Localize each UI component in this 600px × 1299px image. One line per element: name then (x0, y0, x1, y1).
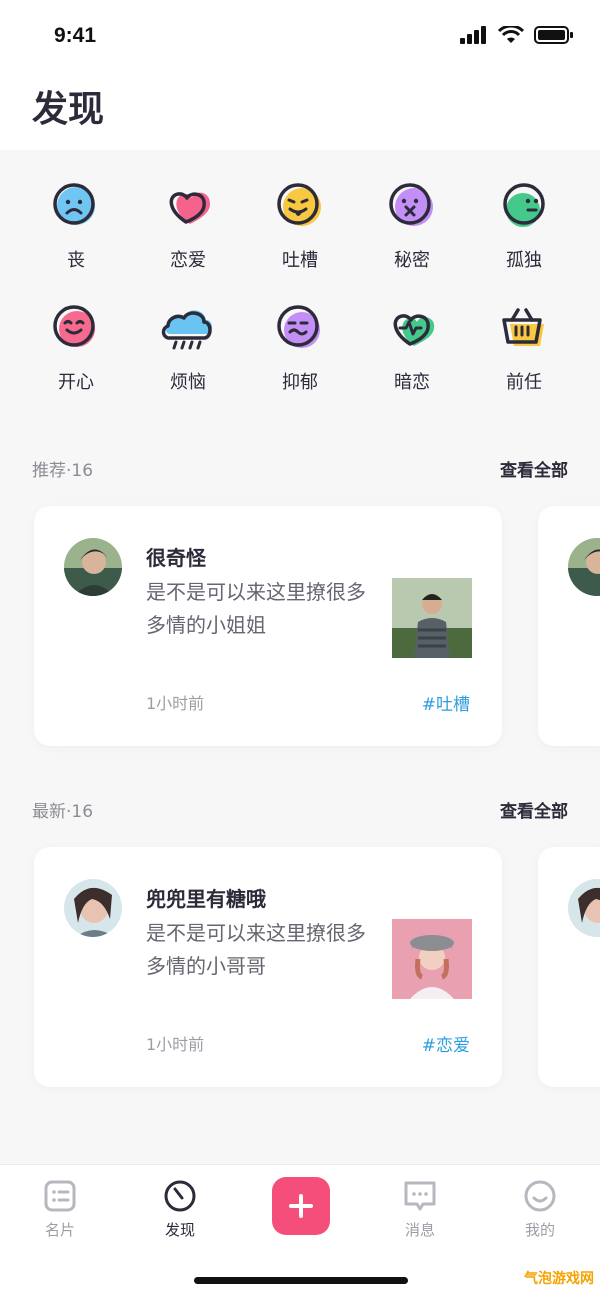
tab-messages[interactable]: 消息 (380, 1179, 460, 1240)
section-title: 最新·16 (32, 801, 94, 822)
rain-cloud-icon (161, 310, 212, 350)
heart-icon (169, 192, 210, 224)
mood-lonely[interactable]: 孤独 (468, 178, 580, 272)
tab-label: 名片 (44, 1221, 75, 1239)
status-time: 9:41 (54, 24, 97, 47)
lonely-face-icon (503, 183, 545, 227)
tab-label: 发现 (164, 1221, 195, 1239)
view-all-button[interactable]: 查看全部 (500, 797, 568, 822)
card-timestamp: 1小时前 (146, 694, 205, 713)
mood-label: 吐槽 (282, 250, 318, 271)
mood-label: 烦恼 (170, 372, 206, 393)
avatar (568, 538, 600, 596)
mood-depressed[interactable]: 抑郁 (244, 300, 356, 394)
view-all-button[interactable]: 查看全部 (500, 456, 568, 481)
status-icons (460, 26, 574, 44)
tab-label: 我的 (524, 1221, 555, 1239)
mood-label: 抑郁 (282, 372, 318, 393)
post-card[interactable]: 兜兜里有糖哦 是不是可以来这里撩很多多情的小哥哥 1小时前 #恋爱 (34, 847, 502, 1087)
sad-face-icon (53, 183, 95, 225)
signal-icon (460, 26, 486, 44)
profile-icon (524, 1180, 556, 1212)
card-icon (44, 1180, 76, 1212)
mood-sad[interactable]: 丧 (20, 178, 132, 272)
depressed-face-icon (277, 305, 320, 348)
post-card[interactable]: 很奇怪 是不是可以来这里撩很多多情的小姐姐 1小时前 #吐槽 (34, 506, 502, 746)
plus-icon (289, 1194, 313, 1218)
avatar (568, 879, 600, 937)
mood-worry[interactable]: 烦恼 (132, 300, 244, 394)
secret-face-icon (389, 183, 433, 226)
avatar (64, 879, 122, 937)
compass-icon (164, 1180, 196, 1212)
section-title: 推荐·16 (32, 460, 94, 481)
mood-happy[interactable]: 开心 (20, 300, 132, 394)
mood-label: 丧 (67, 250, 85, 271)
crush-heart-icon (393, 314, 435, 346)
tab-label: 消息 (404, 1221, 435, 1239)
post-card-next[interactable] (538, 506, 600, 746)
wifi-icon (498, 26, 524, 43)
latest-section-header: 最新·16 查看全部 (32, 794, 568, 824)
mood-crush[interactable]: 暗恋 (356, 300, 468, 394)
create-post-button[interactable] (272, 1177, 330, 1235)
mood-label: 孤独 (506, 250, 542, 271)
card-thumbnail[interactable] (392, 919, 472, 999)
post-card-next[interactable] (538, 847, 600, 1087)
mood-label: 暗恋 (394, 372, 430, 393)
card-timestamp: 1小时前 (146, 1035, 205, 1054)
tab-card[interactable]: 名片 (20, 1179, 100, 1240)
tongue-face-icon (277, 183, 321, 226)
watermark: 气泡游戏网 (524, 1271, 594, 1287)
card-author-name: 兜兜里有糖哦 (146, 887, 266, 911)
mood-secret[interactable]: 秘密 (356, 178, 468, 272)
card-tag[interactable]: #吐槽 (422, 690, 470, 715)
mood-label: 开心 (58, 372, 94, 393)
page-title: 发现 (32, 89, 105, 130)
card-text: 是不是可以来这里撩很多多情的小姐姐 (146, 580, 366, 637)
message-icon (404, 1181, 436, 1211)
card-tag[interactable]: #恋爱 (422, 1031, 470, 1056)
tab-me[interactable]: 我的 (500, 1179, 580, 1240)
mood-grid: 丧 恋爱 吐槽 秘密 孤独 开心 烦恼 抑郁 暗恋 前任 (20, 178, 580, 394)
mood-love[interactable]: 恋爱 (132, 178, 244, 272)
tab-discover[interactable]: 发现 (140, 1179, 220, 1240)
home-indicator (194, 1277, 408, 1284)
basket-icon (502, 308, 544, 346)
mood-rant[interactable]: 吐槽 (244, 178, 356, 272)
card-text: 是不是可以来这里撩很多多情的小哥哥 (146, 921, 366, 978)
card-author-name: 很奇怪 (146, 546, 206, 570)
recommend-section-header: 推荐·16 查看全部 (32, 453, 568, 483)
page-header: 发现 (0, 72, 600, 150)
happy-face-icon (53, 305, 95, 347)
mood-label: 秘密 (394, 250, 430, 271)
status-bar: 9:41 (0, 0, 600, 72)
mood-label: 恋爱 (170, 250, 206, 271)
mood-label: 前任 (506, 372, 542, 393)
avatar (64, 538, 122, 596)
mood-ex[interactable]: 前任 (468, 300, 580, 394)
battery-icon (534, 26, 573, 44)
card-thumbnail[interactable] (392, 578, 472, 658)
